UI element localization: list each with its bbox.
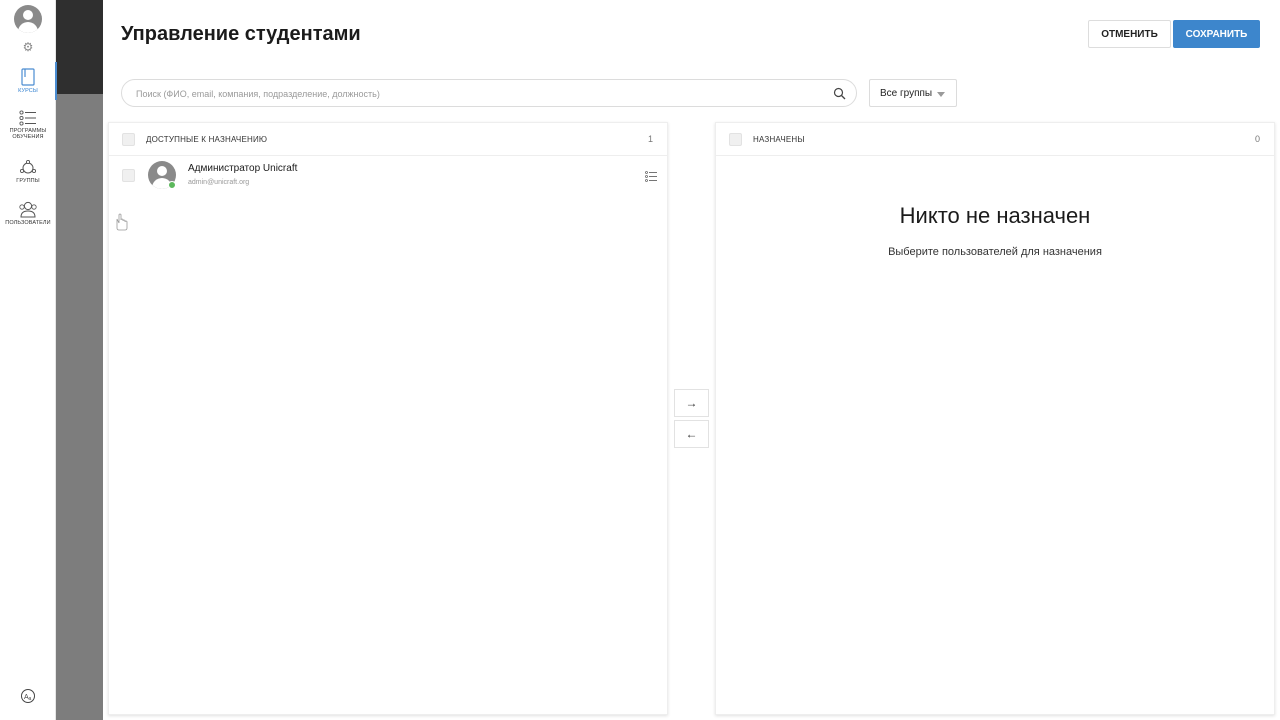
select-all-assigned-checkbox[interactable] xyxy=(729,133,742,146)
assigned-panel: Назначены 0 Никто не назначен Выберите п… xyxy=(715,122,1275,715)
nav-item-label: Программы обучения xyxy=(9,128,47,140)
select-all-available-checkbox[interactable] xyxy=(122,133,135,146)
modal-backdrop xyxy=(56,0,103,720)
move-right-button[interactable]: → xyxy=(674,389,709,417)
search-icon[interactable] xyxy=(833,87,846,105)
groups-select[interactable]: Все группы xyxy=(869,79,957,107)
move-left-button[interactable]: ← xyxy=(674,420,709,448)
nav-item-programs[interactable]: Программы обучения xyxy=(0,110,56,146)
page-title: Управление студентами xyxy=(121,23,361,45)
assigned-header-label: Назначены xyxy=(753,135,805,144)
list-icon xyxy=(19,110,36,126)
save-button[interactable]: Сохранить xyxy=(1173,20,1260,48)
chevron-down-icon xyxy=(937,92,945,97)
nav-item-users[interactable]: Пользователи xyxy=(0,201,56,231)
nav-item-courses[interactable]: Курсы xyxy=(0,62,57,100)
list-item[interactable]: Администратор Unicraft admin@unicraft.or… xyxy=(109,156,667,196)
gear-icon[interactable]: ⚙ xyxy=(22,41,34,53)
book-icon xyxy=(21,68,35,86)
user-email: admin@unicraft.org xyxy=(188,179,250,186)
cancel-button[interactable]: Отменить xyxy=(1088,20,1171,48)
user-checkbox[interactable] xyxy=(122,169,135,182)
search-input[interactable] xyxy=(136,86,816,102)
nav-rail: ⚙ Курсы Программы обучения Группы Пользо… xyxy=(0,0,57,720)
nav-item-label: Курсы xyxy=(18,88,38,94)
user-name: Администратор Unicraft xyxy=(188,163,298,174)
nav-item-label: Группы xyxy=(16,178,40,184)
assigned-panel-header: Назначены 0 xyxy=(716,123,1274,156)
available-panel: Доступные к назначению 1 Администратор U… xyxy=(108,122,668,715)
language-icon[interactable]: Aa xyxy=(20,688,36,709)
available-header-label: Доступные к назначению xyxy=(146,135,268,144)
search-box xyxy=(121,79,857,107)
groups-select-value: Все группы xyxy=(880,87,933,99)
empty-state-title: Никто не назначен xyxy=(899,203,1091,228)
user-avatar-icon[interactable] xyxy=(14,5,42,33)
mouse-cursor-icon xyxy=(113,213,129,236)
nav-item-label: Пользователи xyxy=(5,220,51,226)
users-icon xyxy=(19,201,37,218)
manage-students-modal: Управление студентами Отменить Сохранить… xyxy=(103,0,1280,720)
svg-text:a: a xyxy=(29,696,32,702)
assigned-count: 0 xyxy=(1254,134,1260,144)
nav-item-groups[interactable]: Группы xyxy=(0,160,56,188)
empty-state-subtitle: Выберите пользователей для назначения xyxy=(888,246,1102,258)
available-panel-header: Доступные к назначению 1 xyxy=(109,123,667,156)
group-icon xyxy=(19,160,37,174)
online-status-icon xyxy=(168,181,176,189)
programs-list-icon[interactable] xyxy=(645,169,657,187)
available-count: 1 xyxy=(647,134,653,144)
